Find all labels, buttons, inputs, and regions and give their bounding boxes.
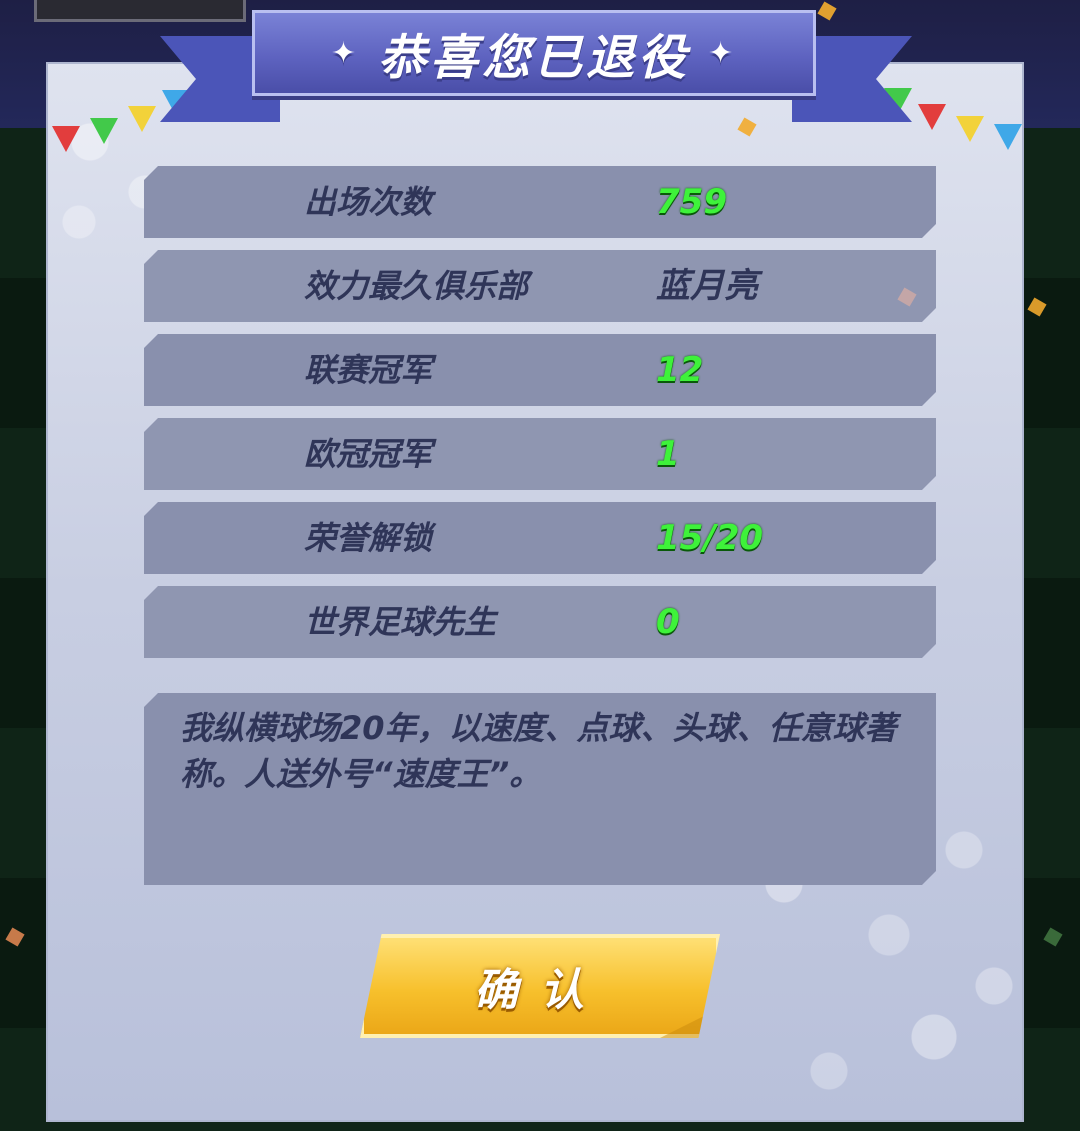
title-banner: ✦ 恭喜您已退役 ✦: [252, 10, 816, 96]
stat-value: 15/20: [656, 518, 764, 558]
stat-label: 联赛冠军: [304, 351, 433, 389]
stat-value: 0: [656, 602, 680, 642]
stat-row-honors-unlocked: 荣誉解锁 15/20: [144, 502, 936, 574]
sparkle-icon: ✦: [330, 35, 360, 71]
page-title: 恭喜您已退役: [377, 30, 690, 86]
top-left-tab: [34, 0, 246, 22]
stat-value: 1: [656, 434, 680, 474]
stat-row-champions-league: 欧冠冠军 1: [144, 418, 936, 490]
stat-row-longest-club: 效力最久俱乐部 蓝月亮: [144, 250, 936, 322]
confirm-button-label: 确认: [474, 965, 606, 1016]
stat-value: 12: [656, 350, 704, 390]
career-description: 我纵横球场20年，以速度、点球、头球、任意球著称。人送外号“速度王”。: [180, 709, 897, 793]
confirm-button[interactable]: 确认: [360, 934, 720, 1038]
career-stats-list: 出场次数 759 效力最久俱乐部 蓝月亮 联赛冠军 12 欧冠冠军 1 荣誉解锁…: [144, 166, 936, 670]
stat-label: 出场次数: [304, 183, 433, 221]
career-description-box: 我纵横球场20年，以速度、点球、头球、任意球著称。人送外号“速度王”。: [144, 693, 936, 885]
sparkle-icon: ✦: [708, 35, 738, 71]
stat-value: 759: [656, 182, 727, 222]
stat-row-appearances: 出场次数 759: [144, 166, 936, 238]
stat-label: 欧冠冠军: [304, 435, 433, 473]
stat-value: 蓝月亮: [656, 266, 758, 306]
stat-label: 荣誉解锁: [304, 519, 433, 557]
stat-row-world-player: 世界足球先生 0: [144, 586, 936, 658]
stat-label: 效力最久俱乐部: [304, 267, 529, 305]
stat-label: 世界足球先生: [304, 603, 497, 641]
stat-row-league-titles: 联赛冠军 12: [144, 334, 936, 406]
